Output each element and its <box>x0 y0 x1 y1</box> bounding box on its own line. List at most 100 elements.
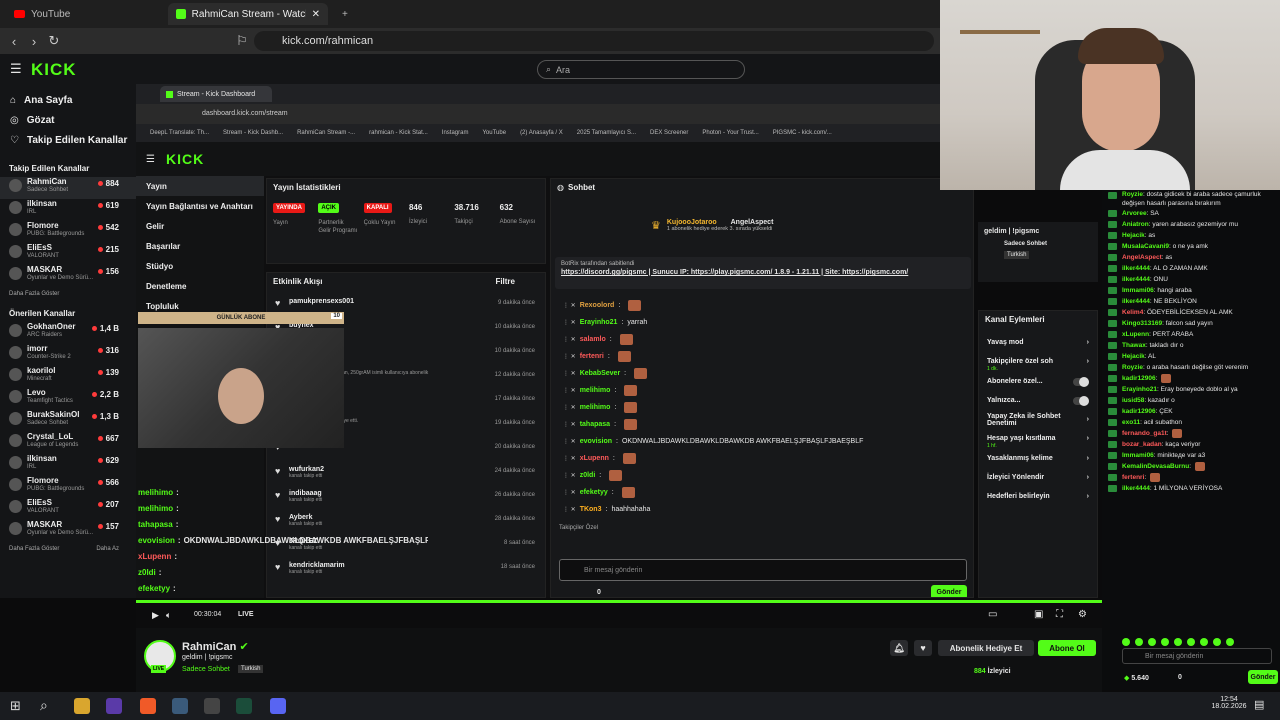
new-tab-button[interactable]: + <box>334 3 356 25</box>
search-input[interactable]: ⌕ Ara <box>537 60 745 79</box>
channel-item[interactable]: ilkinsan IRL 619 <box>0 199 136 221</box>
channel-item[interactable]: BurakSakinOl Sadece Sohbet 1,3 B <box>0 410 136 432</box>
viewer-count: 619 <box>98 201 119 210</box>
app-icon[interactable] <box>106 698 122 714</box>
stat-item: 846 İzleyici <box>408 203 427 225</box>
reload-icon[interactable]: ↻ <box>44 33 64 49</box>
channel-item[interactable]: Flomore PUBG: Battlegrounds 542 <box>0 221 136 243</box>
badge-icon <box>1108 474 1117 481</box>
gift-sub-button[interactable]: Abonelik Hediye Et <box>938 640 1034 656</box>
back-icon[interactable]: ‹ <box>4 34 24 49</box>
chat-points: 0 <box>597 589 601 596</box>
avatar <box>9 223 22 236</box>
emote-icon <box>1161 373 1172 383</box>
channel-item[interactable]: Crystal_LoL League of Legends 667 <box>0 432 136 454</box>
nav-browse[interactable]: ◎ Gözat <box>0 110 136 130</box>
kanal-action: Yasaklanmış kelime › <box>987 455 1089 462</box>
viewer-count: 156 <box>98 267 119 276</box>
face-shape <box>218 368 264 424</box>
discord-icon[interactable] <box>270 698 286 714</box>
emote-icon <box>628 300 642 311</box>
show-more-recommended[interactable]: Daha Fazla Göster <box>9 546 59 552</box>
chat-message: ⋮ ✕ Erayinho21: yarrah <box>563 319 648 326</box>
channel-item[interactable]: imorr Counter-Strike 2 316 <box>0 344 136 366</box>
viewer-count: 566 <box>98 478 119 487</box>
stream-category[interactable]: Sadece Sohbet <box>182 666 230 673</box>
channel-name: GokhanOner ARC Raiders <box>27 322 76 338</box>
bookmark-item: YouTube <box>482 130 507 136</box>
recommended-list: GokhanOner ARC Raiders 1,4 B imorr Counter-S… <box>0 322 136 542</box>
chat-message: ilker4444: AL O ZAMAN AMK <box>1102 263 1280 274</box>
badge-icon <box>1108 342 1117 349</box>
search-icon[interactable]: ⌕ <box>40 697 48 714</box>
url-field[interactable]: kick.com/rahmican <box>254 31 934 51</box>
address-bar: ‹ › ↻ ⚐ kick.com/rahmican <box>0 28 940 54</box>
close-icon[interactable]: ✕ <box>312 9 320 20</box>
stream-language[interactable]: Turkish <box>238 665 264 673</box>
overlay-message: xLupenn: <box>138 551 178 561</box>
menu-icon[interactable]: ☰ <box>10 61 22 77</box>
windows-icon[interactable]: ⊞ <box>10 698 21 714</box>
overlay-message: z0ldi: <box>138 567 162 577</box>
play-icon[interactable]: ▶ <box>152 610 159 621</box>
channel-item[interactable]: Levo Teamfight Tactics 2,2 B <box>0 388 136 410</box>
notification-icon[interactable]: ▤ <box>1254 698 1264 711</box>
channel-item[interactable]: ilkinsan IRL 629 <box>0 454 136 476</box>
channel-item[interactable]: MASKAR Oyunlar ve Demo Sürü... 156 <box>0 265 136 287</box>
send-button[interactable]: Gönder <box>931 585 967 597</box>
channel-item[interactable]: RahmiCan Sadece Sohbet 884 <box>0 177 136 199</box>
channel-info: LIVE RahmiCan ✔ geldim | !pigsmc Sadece … <box>136 628 1102 692</box>
volume-icon[interactable]: 🔈︎ <box>166 610 171 621</box>
channel-item[interactable]: Flomore PUBG: Battlegrounds 566 <box>0 476 136 498</box>
channel-item[interactable]: GokhanOner ARC Raiders 1,4 B <box>0 322 136 344</box>
chat-input[interactable]: Bir mesaj gönderin <box>559 559 967 581</box>
tab-youtube[interactable]: YouTube <box>6 3 78 25</box>
forward-icon[interactable]: › <box>24 34 44 49</box>
chat-message-input[interactable]: Bir mesaj gönderin <box>1122 648 1272 664</box>
pip-icon[interactable]: ▣ <box>1034 609 1043 620</box>
inner-tab: Stream - Kick Dashboard <box>160 86 272 102</box>
show-less[interactable]: Daha Az <box>96 546 119 552</box>
chat-send-button[interactable]: Gönder <box>1248 670 1278 684</box>
badge-icon <box>1108 386 1117 393</box>
chat-message: ⋮ ✕ evovision: OKDNWALJBDAWKLDBAWKLDBAWKDB… <box>563 438 864 445</box>
nav-following[interactable]: ♡ Takip Edilen Kanallar <box>0 130 136 150</box>
emote-icon <box>624 419 638 430</box>
viewer-count: 884 <box>98 179 119 188</box>
app-icon[interactable] <box>172 698 188 714</box>
chat-message: MusalaCavani9: o ne ya amk <box>1102 241 1280 252</box>
bookmark-icon[interactable]: ⚐ <box>232 33 252 49</box>
channel-item[interactable]: MASKAR Oyunlar ve Demo Sürü... 157 <box>0 520 136 542</box>
chat-message: Kingo313169: falcon sad yayın <box>1102 318 1280 329</box>
folder-icon[interactable] <box>74 698 90 714</box>
stats-panel: Yayın İstatistikleri YAYINDA Yayın AÇIK Par… <box>266 178 546 264</box>
subscribe-button[interactable]: Abone Ol <box>1038 640 1096 656</box>
chat-message: AngelAspect: as <box>1102 252 1280 263</box>
badge-icon <box>1108 463 1117 470</box>
channel-item[interactable]: kaorilol Minecraft 139 <box>0 366 136 388</box>
channel-name: EliEsS VALORANT <box>27 243 59 259</box>
kick-logo[interactable]: KICK <box>31 60 77 80</box>
channel-item[interactable]: EliEsS VALORANT 207 <box>0 498 136 520</box>
stream-video[interactable]: Stream - Kick Dashboard dashboard.kick.c… <box>136 84 1098 598</box>
compass-icon: ◎ <box>10 114 19 126</box>
tab-kick[interactable]: RahmiCan Stream - Watch Live o ✕ <box>168 3 328 25</box>
channel-item[interactable]: EliEsS VALORANT 215 <box>0 243 136 265</box>
fullscreen-icon[interactable]: ⛶ <box>1056 609 1063 620</box>
shelf-shape <box>960 30 1040 34</box>
brave-icon[interactable] <box>140 698 156 714</box>
channel-name[interactable]: RahmiCan ✔ <box>182 640 249 653</box>
overlay-message: evovision: OKDNWALJBDAWKLDBAWKLDBAWKDB AW… <box>138 535 428 545</box>
webcam-feed <box>940 0 1280 190</box>
bookmark-item: (2) Anasayfa / X <box>520 130 563 136</box>
stats-title: Yayın İstatistikleri <box>273 182 341 192</box>
theater-icon[interactable]: ▭ <box>988 609 997 620</box>
obs-icon[interactable] <box>204 698 220 714</box>
follow-heart-button[interactable]: ♥ <box>914 640 932 656</box>
gear-icon[interactable]: ⚙ <box>1078 609 1087 620</box>
app-icon[interactable] <box>236 698 252 714</box>
bell-button[interactable]: 🔔︎ <box>890 640 908 656</box>
nav-home[interactable]: ⌂ Ana Sayfa <box>0 90 136 110</box>
youtube-icon <box>14 10 25 18</box>
clock[interactable]: 12:54 18.02.2026 <box>1206 696 1252 710</box>
